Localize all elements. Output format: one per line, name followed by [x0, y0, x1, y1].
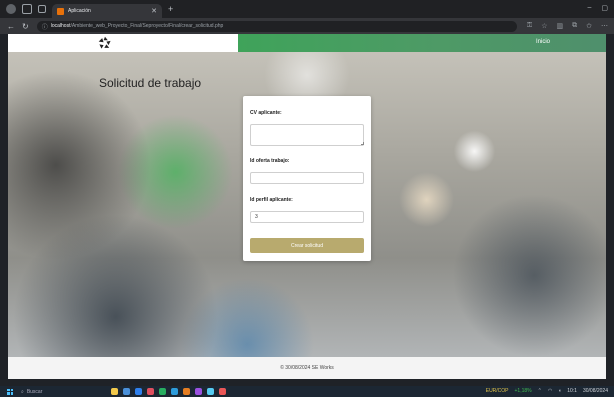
volume-icon[interactable]: ◖	[558, 388, 561, 394]
workspaces-icon[interactable]	[22, 4, 32, 14]
solicitud-form-card: CV aplicante: Id oferta trabajo: Id perf…	[243, 96, 371, 261]
taskbar-app-icon[interactable]	[183, 388, 190, 395]
minimize-icon[interactable]: –	[587, 4, 591, 12]
window-controls: – ▢	[587, 4, 608, 12]
favorites-icon[interactable]: ✩	[586, 22, 592, 30]
system-tray: EUR/COP +1,18% ⌃ ◠ ◖ 10:1 30/08/2024	[486, 388, 608, 394]
sidebar-icon[interactable]: ▥	[557, 22, 564, 30]
tab-title: Aplicación	[68, 8, 91, 14]
search-label: Buscar	[26, 388, 43, 395]
stock-widget-label[interactable]: EUR/COP	[486, 388, 509, 394]
tab-close-icon[interactable]: ✕	[151, 7, 157, 15]
taskbar-app-icon[interactable]	[195, 388, 202, 395]
taskbar-app-icon[interactable]	[111, 388, 118, 395]
os-taskbar: ⌕ Buscar EUR/COP +1,18% ⌃ ◠ ◖ 10:1 30/08…	[0, 386, 614, 397]
cv-label: CV aplicante:	[250, 110, 282, 116]
perfil-input[interactable]: 3	[250, 211, 364, 223]
search-icon: ⌕	[21, 388, 24, 395]
site-footer: © 30/08/2024 SE Works	[8, 357, 606, 379]
oferta-label: Id oferta trabajo:	[250, 158, 290, 164]
site-info-icon[interactable]: ⓘ	[42, 22, 48, 31]
new-tab-icon[interactable]: +	[168, 4, 173, 14]
clock-time[interactable]: 10:1	[567, 388, 577, 394]
oferta-input[interactable]	[250, 172, 364, 184]
cv-textarea[interactable]	[250, 124, 364, 146]
taskbar-apps	[111, 388, 226, 395]
wifi-icon[interactable]: ◠	[548, 388, 552, 394]
tray-chevron-icon[interactable]: ⌃	[538, 388, 542, 394]
crear-solicitud-button[interactable]: Crear solicitud	[250, 238, 364, 253]
browser-toolbar-icons: ⚿ ☆ ▥ ⧉ ✩ ⋯	[527, 22, 608, 30]
windows-start-icon[interactable]	[7, 388, 13, 395]
url-host: localhost	[50, 23, 71, 29]
maximize-icon[interactable]: ▢	[601, 4, 608, 12]
resize-grip-icon[interactable]	[361, 142, 364, 145]
site-header: Inicio	[8, 34, 606, 52]
tab-actions-icon[interactable]	[38, 5, 46, 13]
header-green-strip	[238, 34, 606, 52]
url-field[interactable]: ⓘ localhost /Ambiente_web_Proyecto_Final…	[36, 20, 517, 32]
tab-favicon-icon	[57, 7, 64, 15]
profile-icon[interactable]	[6, 4, 16, 14]
taskbar-app-icon[interactable]	[147, 388, 154, 395]
browser-tab-bar: Aplicación ✕ + – ▢	[0, 0, 614, 18]
taskbar-app-icon[interactable]	[219, 388, 226, 395]
taskbar-search[interactable]: ⌕ Buscar	[21, 389, 71, 395]
browser-tab-active[interactable]: Aplicación ✕	[52, 4, 162, 18]
taskbar-app-icon[interactable]	[123, 388, 130, 395]
taskbar-app-icon[interactable]	[135, 388, 142, 395]
password-key-icon[interactable]: ⚿	[527, 22, 532, 30]
bookmark-star-icon[interactable]: ☆	[541, 22, 547, 30]
taskbar-app-icon[interactable]	[207, 388, 214, 395]
taskbar-app-icon[interactable]	[171, 388, 178, 395]
browser-address-bar: ← ↻ ⓘ localhost /Ambiente_web_Proyecto_F…	[0, 18, 614, 34]
reload-icon[interactable]: ↻	[22, 22, 29, 31]
clock-date[interactable]: 30/08/2024	[583, 388, 608, 394]
nav-link-inicio[interactable]: Inicio	[536, 39, 550, 45]
extensions-icon[interactable]: ⧉	[572, 22, 577, 30]
menu-icon[interactable]: ⋯	[601, 22, 608, 30]
back-icon[interactable]: ←	[7, 22, 15, 31]
url-path: /Ambiente_web_Proyecto_Final/Seproyecto/…	[70, 23, 224, 29]
aperture-logo-icon[interactable]	[98, 36, 112, 50]
page-title: Solicitud de trabajo	[99, 76, 202, 90]
web-page: Inicio Solicitud de trabajo CV aplicante…	[8, 34, 606, 379]
stock-widget-change: +1,18%	[514, 388, 532, 394]
taskbar-app-icon[interactable]	[159, 388, 166, 395]
perfil-label: Id perfil aplicante:	[250, 197, 293, 203]
